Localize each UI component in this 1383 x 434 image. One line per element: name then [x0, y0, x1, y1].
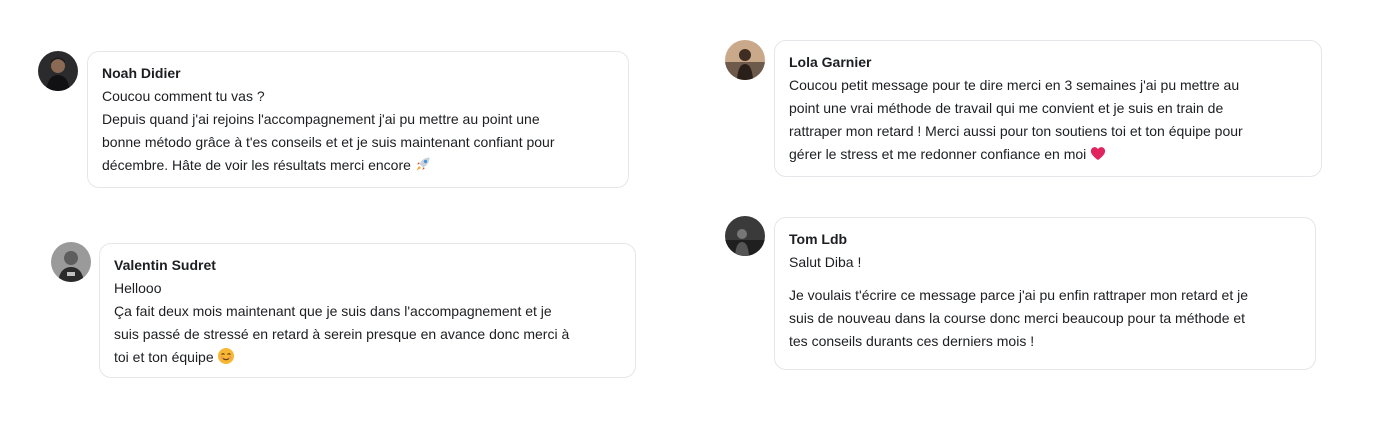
- author-name[interactable]: Noah Didier: [102, 63, 614, 83]
- avatar-photo-icon: [725, 216, 765, 256]
- comment-text: toi et ton équipe: [114, 349, 214, 365]
- avatar-photo-icon: [38, 51, 78, 91]
- comment-line: Salut Diba !: [789, 254, 862, 270]
- comment-bubble: Noah Didier Coucou comment tu vas ? Depu…: [87, 51, 629, 188]
- author-name[interactable]: Valentin Sudret: [114, 255, 621, 275]
- relieved-face-icon: [217, 347, 235, 372]
- comment-bubble: Lola Garnier Coucou petit message pour t…: [774, 40, 1322, 177]
- rocket-icon: [414, 155, 432, 180]
- author-name[interactable]: Tom Ldb: [789, 229, 1301, 249]
- comment-line-last: gérer le stress et me redonner confiance…: [789, 143, 1307, 169]
- comment-line-last: décembre. Hâte de voir les résultats mer…: [102, 154, 614, 180]
- comment-line-last: toi et ton équipe: [114, 346, 621, 372]
- avatar-photo-icon: [725, 40, 765, 80]
- comment-line: suis passé de stressé en retard à serein…: [114, 326, 570, 342]
- avatar[interactable]: [51, 242, 91, 282]
- comment-line: bonne método grâce à t'es conseils et et…: [102, 134, 555, 150]
- red-heart-icon: [1089, 144, 1107, 169]
- avatar[interactable]: [725, 40, 765, 80]
- avatar-photo-icon: [51, 242, 91, 282]
- comment-text: gérer le stress et me redonner confiance…: [789, 146, 1087, 162]
- comment-line: Hellooo: [114, 280, 162, 296]
- comment-line: point une vrai méthode de travail qui me…: [789, 100, 1224, 116]
- comment-line: Ça fait deux mois maintenant que je suis…: [114, 303, 552, 319]
- avatar[interactable]: [725, 216, 765, 256]
- author-name[interactable]: Lola Garnier: [789, 52, 1307, 72]
- comment-line: tes conseils durants ces derniers mois !: [789, 333, 1035, 349]
- comment-line: rattraper mon retard ! Merci aussi pour …: [789, 123, 1243, 139]
- comment-bubble: Valentin Sudret Hellooo Ça fait deux moi…: [99, 243, 636, 378]
- comment-bubble: Tom Ldb Salut Diba ! Je voulais t'écrire…: [774, 217, 1316, 370]
- comment-line: suis de nouveau dans la course donc merc…: [789, 310, 1246, 326]
- comment-line: Depuis quand j'ai rejoins l'accompagneme…: [102, 111, 540, 127]
- avatar[interactable]: [38, 51, 78, 91]
- comment-line: Coucou petit message pour te dire merci …: [789, 77, 1240, 93]
- comment-line: Je voulais t'écrire ce message parce j'a…: [789, 287, 1249, 303]
- comment-line: Coucou comment tu vas ?: [102, 88, 265, 104]
- comment-text: décembre. Hâte de voir les résultats mer…: [102, 157, 411, 173]
